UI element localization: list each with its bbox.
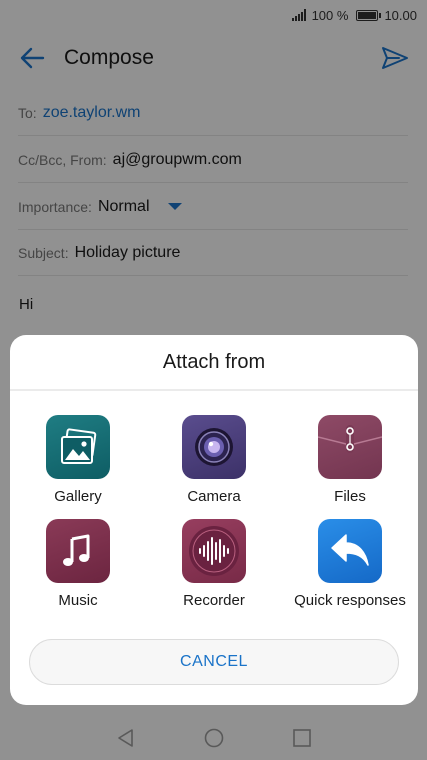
attach-option-recorder[interactable]: Recorder	[146, 519, 282, 609]
dialog-title: Attach from	[10, 335, 418, 391]
attach-option-quick-responses[interactable]: Quick responses	[282, 519, 418, 609]
attach-option-music[interactable]: Music	[10, 519, 146, 609]
files-icon[interactable]	[318, 415, 382, 479]
attach-option-camera[interactable]: Camera	[146, 415, 282, 505]
files-label: Files	[334, 488, 366, 505]
quick-responses-label: Quick responses	[294, 592, 406, 609]
cancel-button[interactable]: CANCEL	[29, 639, 399, 685]
attach-options-grid: Gallery Camera Files Music Recorder Quic…	[10, 415, 418, 609]
attach-from-dialog: Attach from Gallery Camera Files Music R…	[10, 335, 418, 705]
attach-option-files[interactable]: Files	[282, 415, 418, 505]
recorder-icon[interactable]	[182, 519, 246, 583]
gallery-icon[interactable]	[46, 415, 110, 479]
attach-option-gallery[interactable]: Gallery	[10, 415, 146, 505]
camera-icon[interactable]	[182, 415, 246, 479]
music-label: Music	[58, 592, 98, 609]
quick-responses-icon[interactable]	[318, 519, 382, 583]
gallery-label: Gallery	[54, 488, 102, 505]
music-icon[interactable]	[46, 519, 110, 583]
recorder-label: Recorder	[183, 592, 245, 609]
camera-label: Camera	[187, 488, 241, 505]
